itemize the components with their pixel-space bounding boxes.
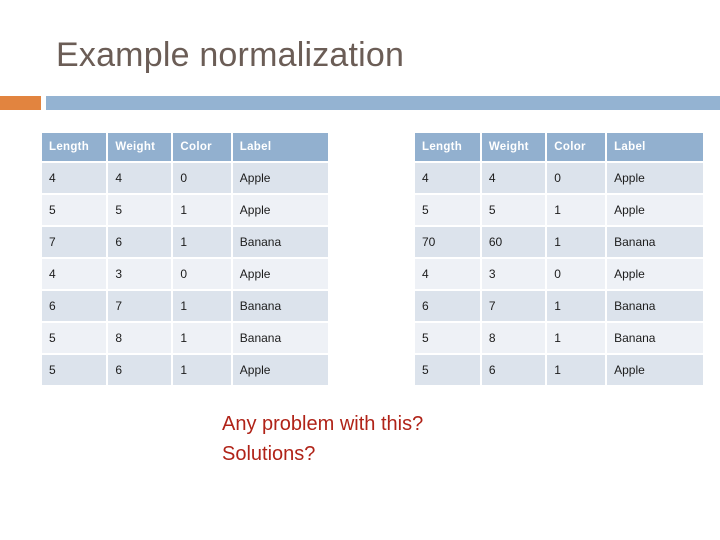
cell-length: 70	[415, 227, 480, 257]
cell-weight: 5	[108, 195, 172, 225]
cell-color: 1	[173, 227, 231, 257]
cell-length: 5	[42, 355, 107, 385]
cell-label: Banana	[607, 291, 703, 321]
cell-weight: 8	[481, 323, 546, 353]
cell-length: 4	[42, 259, 107, 289]
column-header-length: Length	[42, 133, 107, 161]
title-accent-rule	[0, 96, 720, 110]
accent-bar	[46, 96, 720, 110]
cell-color: 1	[173, 195, 231, 225]
cell-length: 5	[415, 195, 480, 225]
cell-weight: 5	[481, 195, 546, 225]
cell-weight: 3	[481, 259, 546, 289]
cell-label: Apple	[232, 259, 328, 289]
cell-length: 5	[42, 323, 107, 353]
cell-label: Apple	[607, 355, 703, 385]
right-table-container: Length Weight Color Label 4 4 0 Apple 5 …	[413, 131, 705, 387]
cell-length: 5	[415, 355, 480, 385]
cell-label: Banana	[232, 323, 328, 353]
cell-label: Banana	[232, 227, 328, 257]
cell-label: Apple	[232, 195, 328, 225]
cell-weight: 4	[481, 163, 546, 193]
cell-weight: 4	[108, 163, 172, 193]
table-row: 4 3 0 Apple	[415, 259, 703, 289]
cell-weight: 6	[481, 355, 546, 385]
question-text-block: Any problem with this? Solutions?	[222, 409, 423, 469]
cell-weight: 8	[108, 323, 172, 353]
table-row: 5 5 1 Apple	[415, 195, 703, 225]
cell-label: Apple	[607, 195, 703, 225]
cell-weight: 6	[108, 227, 172, 257]
table-row: 4 4 0 Apple	[42, 163, 328, 193]
cell-length: 4	[415, 163, 480, 193]
question-line-2: Solutions?	[222, 443, 316, 465]
page-title: Example normalization	[56, 36, 405, 74]
cell-label: Banana	[607, 323, 703, 353]
table-row: 5 6 1 Apple	[415, 355, 703, 385]
table-row: 6 7 1 Banana	[415, 291, 703, 321]
column-header-weight: Weight	[108, 133, 172, 161]
cell-weight: 6	[108, 355, 172, 385]
cell-color: 1	[547, 227, 606, 257]
cell-label: Banana	[232, 291, 328, 321]
table-row: 7 6 1 Banana	[42, 227, 328, 257]
table-row: 4 3 0 Apple	[42, 259, 328, 289]
table-row: 4 4 0 Apple	[415, 163, 703, 193]
cell-color: 0	[173, 163, 231, 193]
column-header-length: Length	[415, 133, 480, 161]
cell-color: 1	[547, 291, 606, 321]
column-header-label: Label	[607, 133, 703, 161]
cell-color: 0	[547, 259, 606, 289]
table-row: 6 7 1 Banana	[42, 291, 328, 321]
left-table-container: Length Weight Color Label 4 4 0 Apple 5 …	[40, 131, 330, 387]
question-line-1: Any problem with this?	[222, 413, 424, 435]
cell-label: Apple	[607, 259, 703, 289]
cell-color: 0	[547, 163, 606, 193]
column-header-weight: Weight	[481, 133, 546, 161]
cell-color: 1	[547, 195, 606, 225]
cell-weight: 60	[481, 227, 546, 257]
cell-color: 0	[173, 259, 231, 289]
right-data-table: Length Weight Color Label 4 4 0 Apple 5 …	[413, 131, 705, 387]
cell-length: 4	[415, 259, 480, 289]
cell-label: Apple	[232, 355, 328, 385]
cell-label: Apple	[607, 163, 703, 193]
cell-weight: 7	[108, 291, 172, 321]
cell-length: 4	[42, 163, 107, 193]
cell-color: 1	[173, 291, 231, 321]
table-row: 5 8 1 Banana	[42, 323, 328, 353]
cell-color: 1	[173, 355, 231, 385]
table-row: 5 8 1 Banana	[415, 323, 703, 353]
cell-color: 1	[547, 323, 606, 353]
table-row: 5 6 1 Apple	[42, 355, 328, 385]
cell-color: 1	[173, 323, 231, 353]
accent-square	[0, 96, 41, 110]
cell-length: 5	[415, 323, 480, 353]
column-header-color: Color	[173, 133, 231, 161]
left-data-table: Length Weight Color Label 4 4 0 Apple 5 …	[40, 131, 330, 387]
cell-weight: 7	[481, 291, 546, 321]
cell-label: Banana	[607, 227, 703, 257]
column-header-color: Color	[547, 133, 606, 161]
table-header-row: Length Weight Color Label	[415, 133, 703, 161]
cell-length: 6	[415, 291, 480, 321]
cell-color: 1	[547, 355, 606, 385]
table-row: 70 60 1 Banana	[415, 227, 703, 257]
cell-length: 6	[42, 291, 107, 321]
column-header-label: Label	[232, 133, 328, 161]
table-row: 5 5 1 Apple	[42, 195, 328, 225]
cell-length: 5	[42, 195, 107, 225]
table-header-row: Length Weight Color Label	[42, 133, 328, 161]
cell-length: 7	[42, 227, 107, 257]
cell-weight: 3	[108, 259, 172, 289]
cell-label: Apple	[232, 163, 328, 193]
